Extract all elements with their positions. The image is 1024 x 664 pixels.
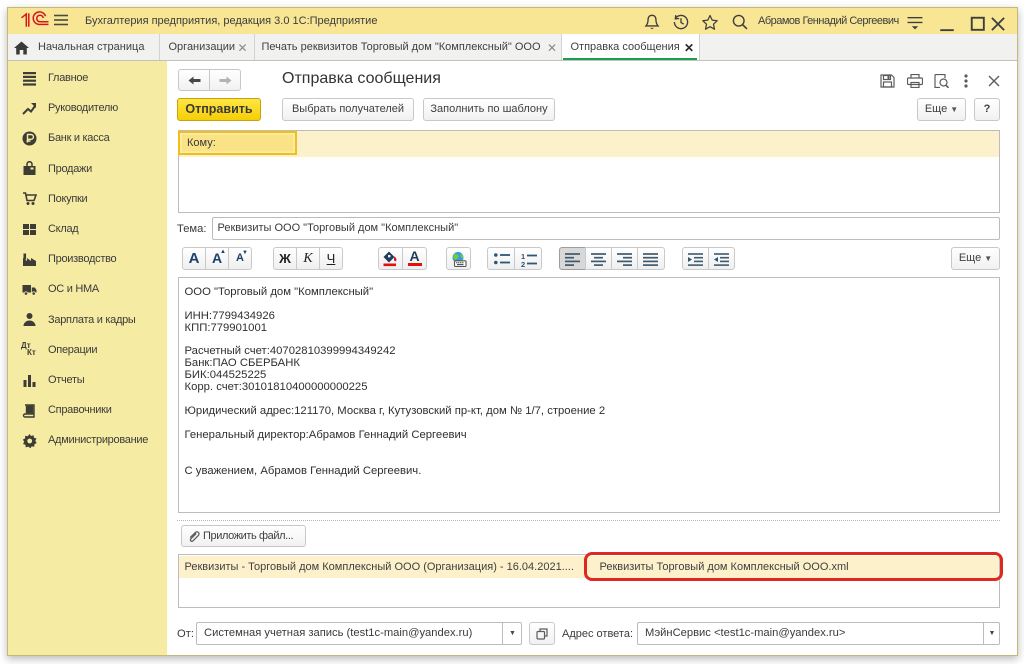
svg-text:2: 2 — [521, 260, 525, 267]
